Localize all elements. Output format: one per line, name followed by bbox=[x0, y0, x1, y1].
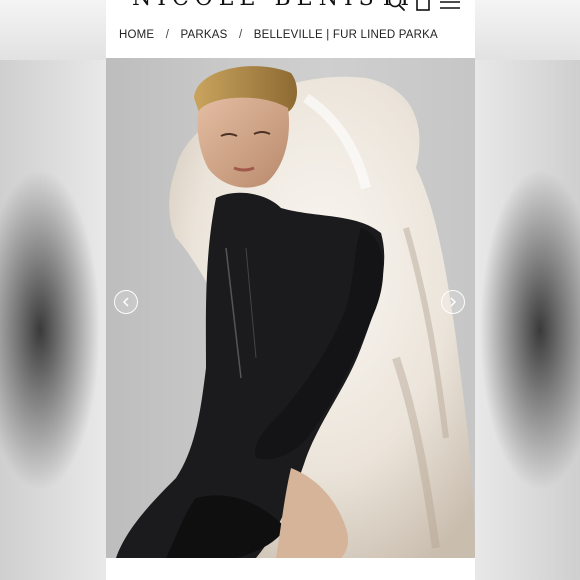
shopping-bag-icon[interactable] bbox=[415, 0, 431, 17]
chevron-right-icon bbox=[450, 297, 457, 307]
breadcrumb: HOME / PARKAS / BELLEVILLE | FUR LINED P… bbox=[119, 29, 438, 41]
product-image-carousel[interactable] bbox=[106, 58, 475, 558]
search-icon[interactable] bbox=[388, 0, 406, 17]
hamburger-menu-icon[interactable] bbox=[439, 0, 461, 17]
breadcrumb-home[interactable]: HOME bbox=[119, 29, 154, 41]
breadcrumb-separator: / bbox=[238, 29, 243, 41]
breadcrumb-parkas[interactable]: PARKAS bbox=[181, 29, 228, 41]
carousel-next-button[interactable] bbox=[441, 290, 465, 314]
product-photo bbox=[116, 66, 475, 558]
breadcrumb-separator: / bbox=[165, 29, 170, 41]
product-page: NICOLE BENISTI HOME / PARKAS / BELLEV bbox=[106, 0, 475, 580]
carousel-prev-button[interactable] bbox=[114, 290, 138, 314]
site-header: NICOLE BENISTI bbox=[106, 0, 475, 18]
chevron-left-icon bbox=[122, 297, 129, 307]
brand-logo[interactable]: NICOLE BENISTI bbox=[132, 0, 415, 11]
breadcrumb-current-product: BELLEVILLE | FUR LINED PARKA bbox=[253, 29, 438, 41]
